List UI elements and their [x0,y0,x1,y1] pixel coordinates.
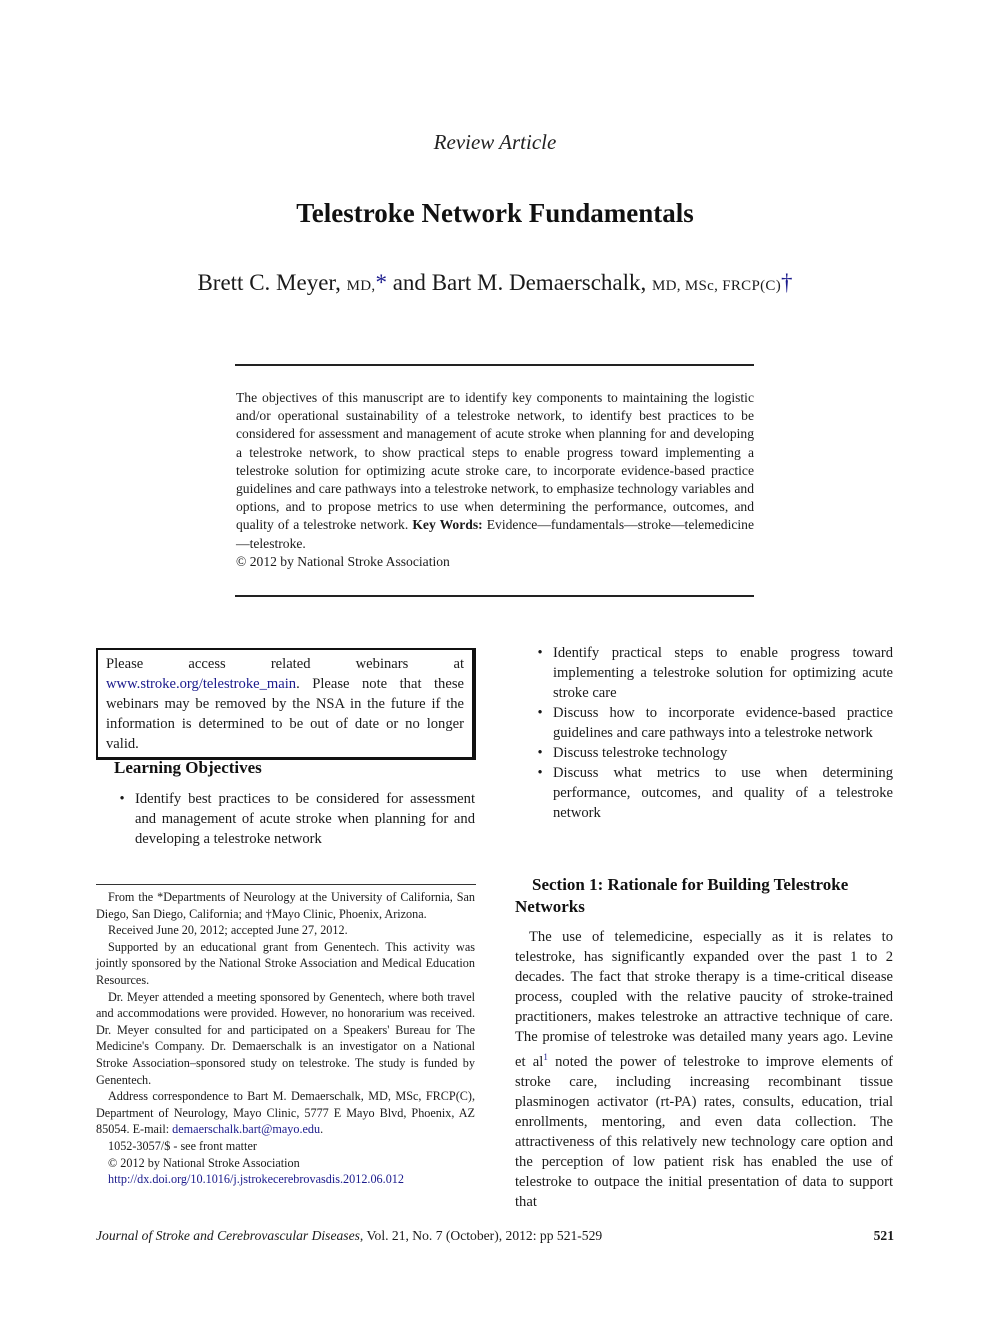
bullet-icon: • [537,765,543,781]
learning-objective-item: • Identify practical steps to enable prog… [534,643,893,703]
section-1-paragraph: The use of telemedicine, especially as i… [515,927,893,1212]
learning-objective-text: Discuss what metrics to use when determi… [553,765,893,821]
author-2-degrees: MD, MSc, FRCP(C) [652,278,782,294]
notice-prefix: Please access related webinars at [106,656,464,672]
learning-objectives-list-right: • Identify practical steps to enable prog… [534,643,893,823]
abstract: The objectives of this manuscript are to… [236,389,754,571]
learning-objective-text: Discuss telestroke technology [553,745,728,761]
page-number: 521 [873,1228,894,1243]
abstract-top-rule [235,364,754,366]
footnote-copyright: © 2012 by National Stroke Association [108,1155,300,1170]
learning-objectives-heading: Learning Objectives [114,758,262,777]
footnote-received: Received June 20, 2012; accepted June 27… [108,923,348,938]
webinar-notice-box: Please access related webinars at www.st… [96,648,476,760]
paragraph-text-1: The use of telemedicine, especially as i… [515,929,893,1070]
learning-objective-item: • Discuss how to incorporate evidence-bas… [534,703,893,743]
email-link[interactable]: demaerschalk.bart@mayo.edu [172,1122,320,1136]
footnote-doi: http://dx.doi.org/10.1016/j.jstrokecereb… [96,1171,475,1188]
footnote-disclosure: Dr. Meyer attended a meeting sponsored b… [96,989,475,1087]
webinar-link[interactable]: www.stroke.org/telestroke_main [106,676,296,692]
bullet-icon: • [537,645,543,661]
abstract-bottom-rule [235,595,754,597]
learning-objective-item: • Discuss telestroke technology [534,743,893,763]
footnote-support: Supported by an educational grant from G… [96,939,475,987]
address-end: . [320,1122,324,1137]
author-1-name: Brett C. Meyer, [197,270,347,295]
learning-objective-text: Discuss how to incorporate evidence-base… [553,705,893,741]
footnote-issn: 1052-3057/$ - see front matter [108,1138,257,1153]
abstract-text: The objectives of this manuscript are to… [236,390,754,533]
author-conjunction: and [386,270,432,295]
article-type: Review Article [433,130,557,154]
footnotes: From the *Departments of Neurology at th… [96,889,475,1188]
paragraph-text-2: noted the power of telestroke to improve… [515,1053,893,1210]
author-2-name: Bart M. Demaerschalk, [431,270,653,295]
section-1-heading: Section 1: Rationale for Building Telest… [515,875,849,916]
learning-objective-text: Identify practical steps to enable progr… [553,645,893,701]
footnote-address: Address correspondence to Bart M. Demaer… [96,1088,475,1138]
author-line: Brett C. Meyer, MD,* and Bart M. Demaers… [0,270,990,296]
bullet-icon: • [537,745,543,761]
bullet-icon: • [119,791,125,807]
bullet-icon: • [537,705,543,721]
learning-objective-item: • Identify best practices to be considere… [116,789,475,849]
learning-objectives-list-left: • Identify best practices to be considere… [116,789,475,849]
citation: , Vol. 21, No. 7 (October), 2012: pp 521… [359,1228,603,1243]
author-1-affiliation-mark[interactable]: * [375,270,387,295]
footnote-rule [96,884,476,885]
author-1-degrees: MD, [346,278,376,294]
abstract-copyright: © 2012 by National Stroke Association [236,553,450,569]
author-2-affiliation-mark[interactable]: † [781,270,793,295]
page-footer: Journal of Stroke and Cerebrovascular Di… [96,1228,894,1244]
doi-link[interactable]: http://dx.doi.org/10.1016/j.jstrokecereb… [108,1172,404,1186]
footnote-affiliation: From the *Departments of Neurology at th… [96,890,475,921]
keywords-label: Key Words: [412,517,483,533]
article-title: Telestroke Network Fundamentals [296,198,694,228]
learning-objective-item: • Discuss what metrics to use when determ… [534,763,893,823]
learning-objective-text: Identify best practices to be considered… [135,791,475,847]
journal-name: Journal of Stroke and Cerebrovascular Di… [96,1228,360,1243]
